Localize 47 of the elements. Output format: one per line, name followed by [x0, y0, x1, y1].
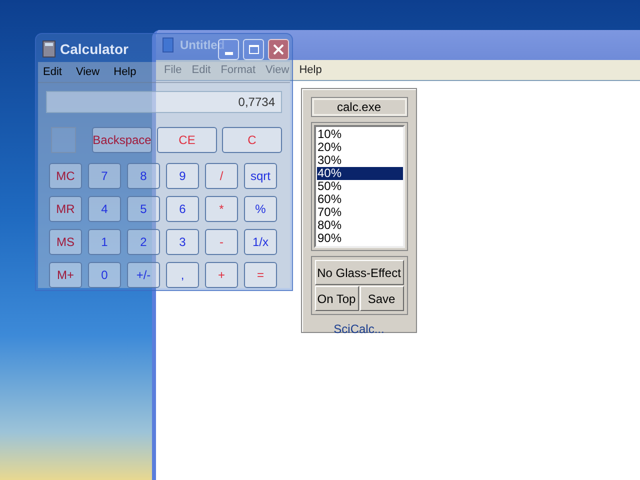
- list-item[interactable]: 90%: [316, 232, 402, 245]
- key-button[interactable]: 1: [88, 229, 121, 255]
- menu-item[interactable]: Edit: [43, 64, 62, 80]
- key-button[interactable]: MS: [49, 229, 82, 255]
- list-item[interactable]: 60%: [316, 193, 402, 206]
- list-item[interactable]: 30%: [316, 154, 402, 167]
- key-button[interactable]: Backspace: [92, 127, 152, 153]
- list-item[interactable]: 10%: [316, 128, 402, 141]
- key-button[interactable]: MR: [49, 196, 82, 222]
- key-button[interactable]: CE: [157, 127, 217, 153]
- key-button[interactable]: 7: [88, 163, 121, 189]
- key-button[interactable]: %: [244, 196, 277, 222]
- key-button[interactable]: 0: [88, 262, 121, 288]
- key-button[interactable]: +: [205, 262, 238, 288]
- key-button[interactable]: 2: [127, 229, 160, 255]
- key-button[interactable]: M+: [49, 262, 82, 288]
- list-item[interactable]: 80%: [316, 219, 402, 232]
- key-button[interactable]: 1/x: [244, 229, 277, 255]
- key-button[interactable]: ,: [166, 262, 199, 288]
- key-button[interactable]: -: [205, 229, 238, 255]
- key-button[interactable]: C: [222, 127, 282, 153]
- process-button[interactable]: calc.exe: [312, 98, 406, 116]
- key-button[interactable]: 8: [127, 163, 160, 189]
- key-button[interactable]: 5: [127, 196, 160, 222]
- list-item[interactable]: 70%: [316, 206, 402, 219]
- display-field: 0,7734: [46, 91, 282, 113]
- key-button[interactable]: 3: [166, 229, 199, 255]
- key-button[interactable]: 4: [88, 196, 121, 222]
- list-item[interactable]: 20%: [316, 141, 402, 154]
- key-button[interactable]: =: [244, 262, 277, 288]
- scicalc-link[interactable]: SciCalc...: [334, 320, 384, 338]
- key-button[interactable]: +/-: [127, 262, 160, 288]
- panel-button[interactable]: Save: [360, 286, 404, 311]
- menu-item[interactable]: Help: [299, 62, 322, 78]
- menu-item[interactable]: Help: [114, 64, 136, 80]
- key-button[interactable]: *: [205, 196, 238, 222]
- menu-item[interactable]: View: [76, 64, 100, 80]
- list-item[interactable]: 40%: [316, 167, 402, 180]
- key-button[interactable]: sqrt: [244, 163, 277, 189]
- key-button[interactable]: 9: [166, 163, 199, 189]
- list-item[interactable]: 50%: [316, 180, 402, 193]
- no-glass-effect-button[interactable]: No Glass-Effect: [314, 260, 404, 285]
- key-button[interactable]: MC: [49, 163, 82, 189]
- key-button[interactable]: /: [205, 163, 238, 189]
- key-button[interactable]: 6: [166, 196, 199, 222]
- panel-button[interactable]: On Top: [314, 286, 358, 311]
- window-title: Calculator: [60, 40, 128, 58]
